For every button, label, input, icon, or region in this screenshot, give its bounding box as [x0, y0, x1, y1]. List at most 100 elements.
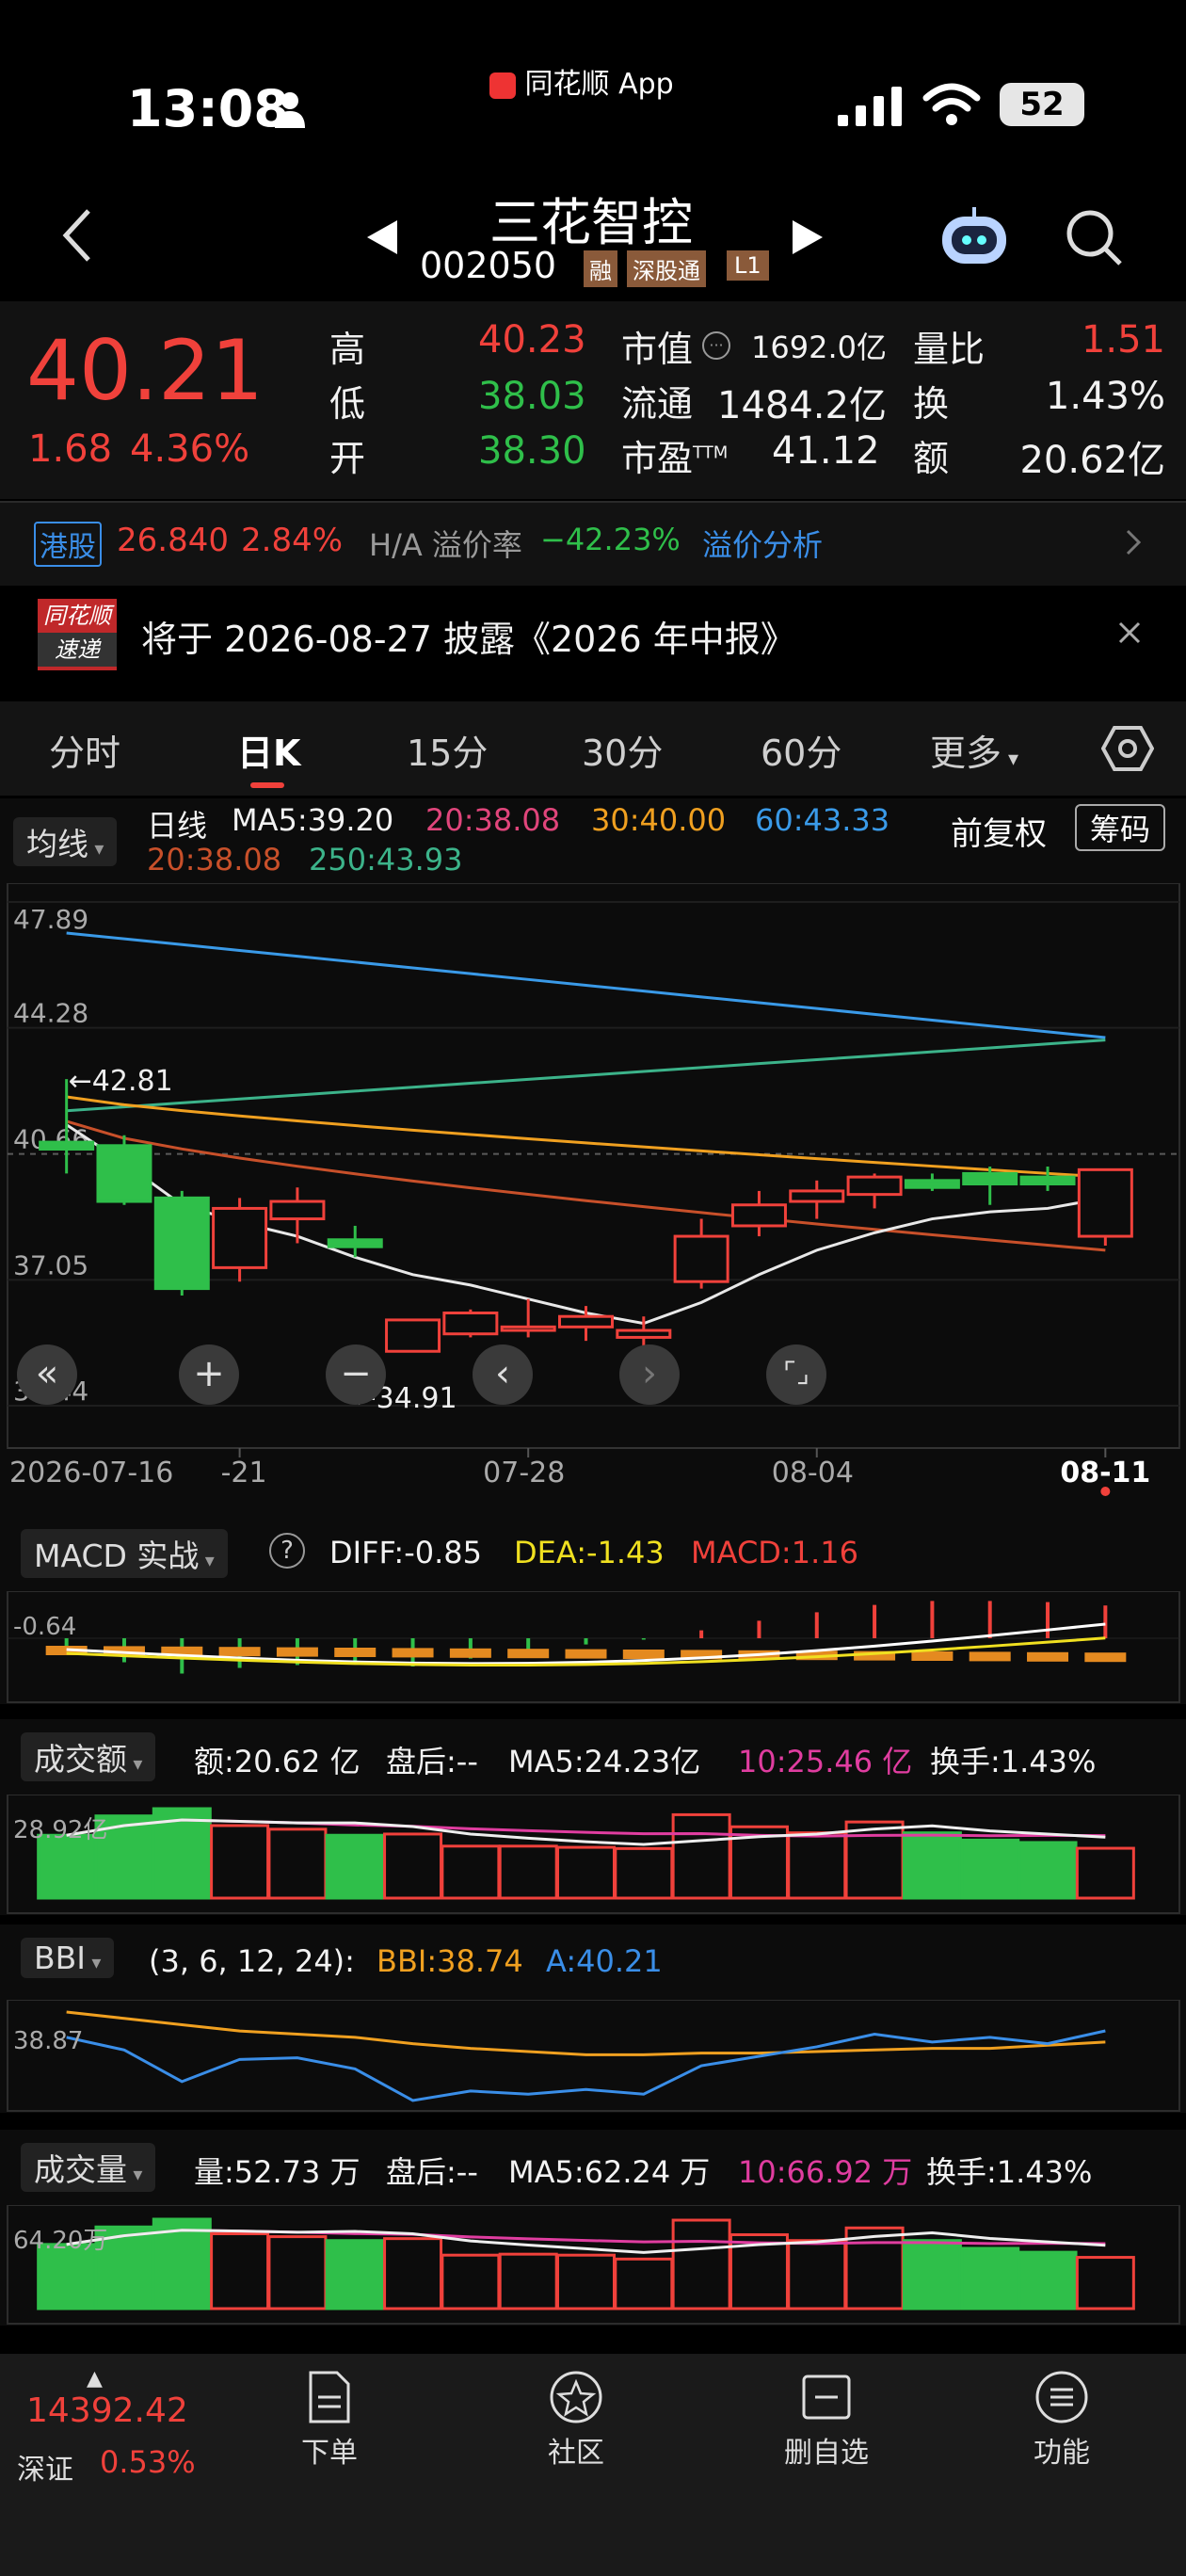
bbi-line	[66, 2010, 1106, 2056]
help-icon[interactable]: ?	[269, 1533, 305, 1569]
period-tabs: 分时 日K 15分 30分 60分 更多 ▾	[0, 701, 1186, 796]
stock-tag-margin: 融	[584, 250, 617, 287]
bbi-chart[interactable]: 38.87	[0, 1999, 1186, 2113]
amount-bar	[671, 1812, 731, 1900]
hk-premium-row[interactable]: 港股 26.840 2.84% H/A 溢价率 −42.23% 溢价分析	[0, 501, 1186, 586]
ma20b-value: 20:38.08	[147, 842, 282, 877]
app-source-label[interactable]: 同花顺 App	[489, 60, 674, 102]
candle-down	[96, 1144, 152, 1203]
status-bar: 13:08 同花顺 App 52	[0, 0, 1186, 169]
macd-block	[218, 1647, 261, 1657]
amount-bar	[210, 1824, 270, 1900]
volume-chart[interactable]: 64.20万	[0, 2204, 1186, 2326]
settings-hexagon-icon[interactable]	[1100, 724, 1155, 777]
nav-community[interactable]: 社区	[529, 2369, 623, 2471]
remove-watchlist-icon	[802, 2375, 851, 2420]
status-time: 13:08	[127, 79, 289, 138]
volume-tick-label: 64.20万	[13, 2227, 107, 2255]
price-change: 1.68	[28, 427, 113, 471]
amount-chart[interactable]: 28.92亿	[0, 1794, 1186, 1915]
macd-block	[449, 1648, 491, 1658]
amount-bar	[1018, 1841, 1078, 1900]
tab-daily-k[interactable]: 日K	[237, 724, 300, 776]
float-value: 1484.2亿	[717, 384, 887, 427]
volume-ma10: 10:66.92 万	[738, 2154, 913, 2190]
volume-bar	[1018, 2250, 1078, 2310]
search-icon[interactable]	[1064, 207, 1124, 271]
volume-after: 盘后:--	[386, 2154, 478, 2190]
volume-today: 量:52.73 万	[194, 2154, 361, 2190]
amount-tick-label: 28.92亿	[13, 1816, 107, 1844]
stock-tag-connect: 深股通	[627, 250, 706, 287]
ths-express-logo: 同花顺 速递	[38, 599, 117, 670]
price-change-pct: 4.36%	[130, 427, 250, 471]
macd-svg: -0.64	[7, 1590, 1180, 1703]
macd-block	[622, 1650, 665, 1659]
candle-up	[616, 1328, 672, 1339]
tab-intraday[interactable]: 分时	[49, 724, 120, 776]
y-tick-label: 44.28	[13, 998, 88, 1029]
bbi-selector[interactable]: BBI ▾	[21, 1938, 115, 1978]
premium-analysis-link[interactable]: 溢价分析	[702, 522, 823, 565]
indicator-selector[interactable]: 均线 ▾	[13, 817, 118, 866]
macd-tick-label: -0.64	[13, 1613, 76, 1641]
zoom-in-button[interactable]: +	[179, 1344, 239, 1405]
premium-value: −42.23%	[540, 522, 681, 557]
ma-legend: 均线 ▾ 日线 MA5:39.20 20:38.08 30:40.00 60:4…	[0, 798, 1186, 883]
volume-bar	[960, 2246, 1020, 2310]
caret-down-icon: ▾	[1002, 748, 1019, 771]
ma-period: 日线	[147, 808, 208, 844]
amount-ma5: MA5:24.23亿	[508, 1744, 701, 1779]
wifi-icon	[922, 83, 981, 130]
chip-button[interactable]: 筹码	[1075, 804, 1166, 851]
candle-up	[789, 1189, 845, 1203]
menu-circle-icon	[1035, 2371, 1088, 2423]
tab-more-label: 更多	[930, 733, 1002, 774]
adjust-mode[interactable]: 前复权	[951, 808, 1047, 854]
scroll-left-fast-button[interactable]: «	[17, 1344, 77, 1405]
prev-stock-icon[interactable]	[365, 218, 399, 260]
index-value[interactable]: 14392.42	[26, 2391, 188, 2430]
logo-top-text: 同花顺	[43, 603, 111, 629]
info-icon[interactable]: ···	[702, 331, 730, 360]
bbi-a-line	[66, 2029, 1106, 2102]
macd-block	[1027, 1651, 1069, 1662]
next-stock-icon[interactable]	[791, 218, 825, 260]
scroll-left-button[interactable]: ‹	[473, 1344, 533, 1405]
battery-level: 52	[1019, 86, 1065, 123]
x-tick-label: 07-28	[483, 1457, 565, 1489]
nav-order-label: 下单	[301, 2437, 358, 2470]
nav-remove-watchlist[interactable]: 删自选	[770, 2369, 883, 2471]
close-icon[interactable]	[1116, 620, 1143, 650]
fullscreen-button[interactable]: ⌜⌟	[766, 1344, 826, 1405]
nav-order[interactable]: 下单	[282, 2369, 377, 2471]
tab-15min[interactable]: 15分	[407, 724, 488, 776]
volume-ma5: MA5:62.24 万	[508, 2154, 711, 2190]
nav-functions[interactable]: 功能	[1015, 2369, 1109, 2471]
open-value: 38.30	[478, 429, 586, 473]
macd-legend: MACD 实战 ▾ ? DIFF:-0.85 DEA:-1.43 MACD:1.…	[0, 1516, 1186, 1591]
kline-chart[interactable]: 47.8944.2840.6637.0533.44←42.81←34.91202…	[0, 882, 1186, 1516]
zoom-out-button[interactable]: −	[326, 1344, 386, 1405]
premium-label: H/A 溢价率	[369, 527, 522, 563]
app-source-text: 同花顺 App	[524, 68, 674, 101]
back-icon[interactable]	[58, 207, 96, 267]
kline-svg: 47.8944.2840.6637.0533.44←42.81←34.91202…	[7, 882, 1180, 1496]
macd-chart[interactable]: -0.64	[0, 1590, 1186, 1704]
tab-30min[interactable]: 30分	[582, 724, 663, 776]
notice-banner[interactable]: 同花顺 速递 将于 2026-08-27 披露《2026 年中报》	[0, 586, 1186, 684]
amount-legend: 成交额 ▾ 额:20.62 亿 盘后:-- MA5:24.23亿 10:25.4…	[0, 1719, 1186, 1795]
robot-assistant-icon[interactable]	[937, 203, 1012, 273]
volume-selector[interactable]: 成交量 ▾	[21, 2143, 156, 2192]
amount-bar	[498, 1844, 558, 1900]
pe-value: 41.12	[772, 429, 880, 473]
amount-bar	[960, 1838, 1020, 1900]
amount-selector[interactable]: 成交额 ▾	[21, 1732, 156, 1781]
tab-60min[interactable]: 60分	[761, 724, 841, 776]
macd-block	[392, 1648, 434, 1658]
pe-label-text: 市盈	[621, 438, 694, 479]
scroll-right-button[interactable]: ›	[619, 1344, 680, 1405]
tab-more[interactable]: 更多 ▾	[930, 724, 1018, 776]
volume-bar	[498, 2252, 558, 2310]
macd-selector[interactable]: MACD 实战 ▾	[21, 1529, 228, 1578]
